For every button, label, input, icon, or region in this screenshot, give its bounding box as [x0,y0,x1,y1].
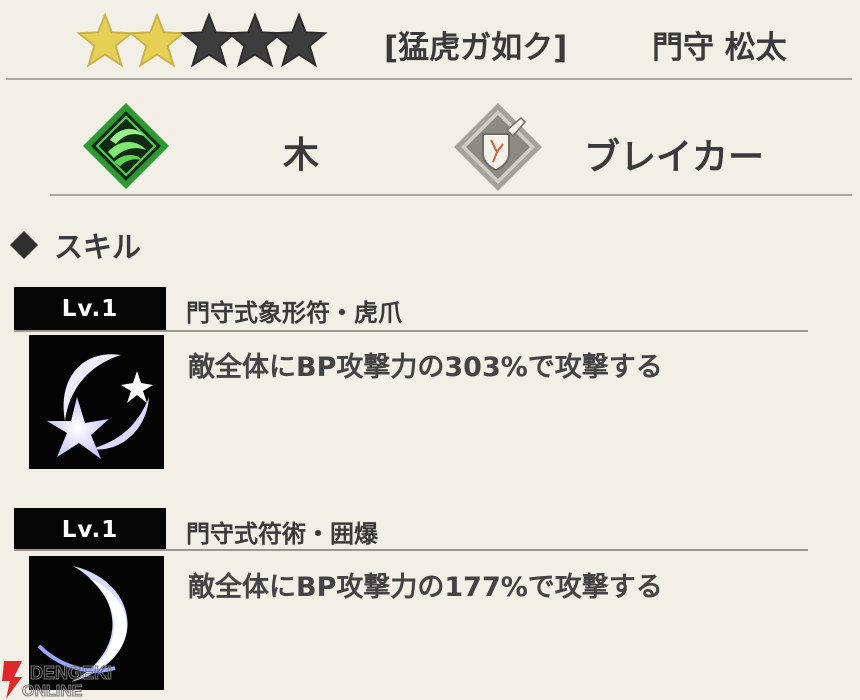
skill-name: 門守式符術・囲爆 [186,520,378,548]
dengeki-online-watermark-logo: DENGEKI ONLINE [2,661,113,700]
breaker-shield-icon [454,103,542,191]
character-epithet: [猛虎ガ如ク] [384,30,568,66]
star-2-icon [128,12,186,68]
header-divider [6,78,852,80]
wood-element-icon [83,103,169,189]
element-label: 木 [283,135,320,176]
svg-text:ONLINE: ONLINE [22,683,83,700]
skills-section-title: スキル [54,230,142,264]
skill-name-underline [14,330,808,332]
svg-text:DENGEKI: DENGEKI [30,663,112,683]
skill-level-badge: Lv.1 [14,508,166,551]
character-name: 門守 松太 [652,30,787,66]
star-1-icon [76,12,134,68]
role-label: ブレイカー [584,137,765,178]
skill-name-underline [14,549,808,551]
skill-level-badge: Lv.1 [14,287,166,330]
tiger-claw-stars-icon [29,335,164,469]
skill-description: 敵全体にBP攻撃力の303%で攻撃する [188,352,663,383]
skill-description: 敵全体にBP攻撃力の177%で攻撃する [188,572,663,603]
skills-section-header: スキル [8,224,141,266]
diamond-bullet-icon [10,231,38,259]
skill-name: 門守式象形符・虎爪 [186,299,402,327]
star-5-icon [270,12,328,68]
attributes-divider [50,194,852,196]
